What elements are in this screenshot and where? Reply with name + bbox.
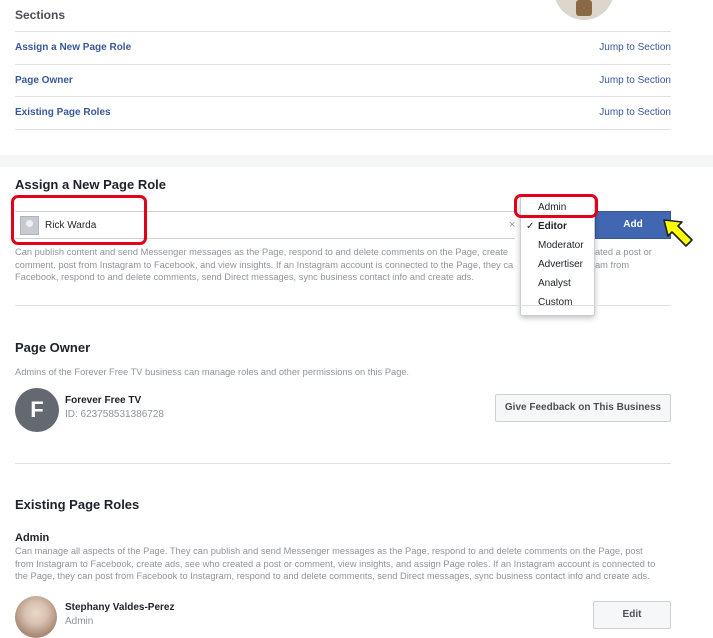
highlight-box-person: [11, 195, 147, 245]
existing-roles-heading: Existing Page Roles: [15, 497, 140, 512]
divider: [15, 305, 671, 306]
checkmark-icon: ✓: [526, 221, 535, 232]
role-option-editor[interactable]: Editor: [538, 221, 567, 232]
jump-to-section-link[interactable]: Jump to Section: [599, 75, 671, 86]
role-description-tail-line: am from: [595, 259, 630, 270]
person-name[interactable]: Stephany Valdes-Perez: [65, 602, 175, 613]
person-role: Admin: [65, 616, 94, 627]
sections-title: Sections: [15, 8, 66, 22]
page-owner-heading: Page Owner: [15, 340, 91, 355]
divider: [15, 129, 671, 130]
business-id: ID: 623758531386728: [65, 409, 164, 420]
page-owner-subtitle: Admins of the Forever Free TV business c…: [15, 367, 410, 377]
section-link-owner[interactable]: Page Owner: [15, 75, 73, 86]
role-description-line: Can publish content and send Messenger m…: [15, 247, 509, 257]
role-description-tail-line: ated a post or: [595, 247, 652, 257]
page-avatar: [554, 0, 614, 20]
role-description-line: Facebook, respond to and delete comments…: [15, 272, 474, 282]
avatar: [15, 596, 57, 638]
role-description-tail: ated a post or am from: [595, 246, 652, 271]
admin-description-line: from Instagram to Facebook, create ads, …: [15, 558, 656, 569]
section-link-existing[interactable]: Existing Page Roles: [15, 107, 111, 118]
give-feedback-button[interactable]: Give Feedback on This Business: [495, 394, 671, 422]
business-avatar: F: [15, 388, 59, 432]
admin-description-line: the Page, they can post from Facebook to…: [15, 571, 650, 581]
admin-description-line: Can manage all aspects of the Page. They…: [15, 546, 643, 556]
role-option-advertiser[interactable]: Advertiser: [538, 259, 583, 270]
role-description: Can publish content and send Messenger m…: [15, 246, 520, 284]
assign-role-heading: Assign a New Page Role: [15, 177, 166, 192]
role-option-moderator[interactable]: Moderator: [538, 240, 584, 251]
section-link-assign[interactable]: Assign a New Page Role: [15, 42, 131, 53]
jump-to-section-link[interactable]: Jump to Section: [599, 42, 671, 53]
arrow-icon: [663, 219, 693, 247]
divider: [15, 463, 671, 464]
business-name[interactable]: Forever Free TV: [65, 395, 141, 406]
role-group-title: Admin: [15, 532, 50, 544]
role-description-line: comment, post from Instagram to Facebook…: [15, 259, 514, 270]
section-row-owner: Page Owner Jump to Section: [15, 64, 671, 96]
section-row-assign: Assign a New Page Role Jump to Section: [15, 31, 671, 63]
role-option-analyst[interactable]: Analyst: [538, 278, 571, 289]
sections-panel: Sections Assign a New Page Role Jump to …: [0, 0, 713, 155]
panel-gap: [0, 155, 713, 167]
section-row-existing: Existing Page Roles Jump to Section: [15, 96, 671, 128]
jump-to-section-link[interactable]: Jump to Section: [599, 107, 671, 118]
role-option-custom[interactable]: Custom: [538, 297, 572, 308]
highlight-box-admin: [514, 194, 598, 218]
admin-role-description: Can manage all aspects of the Page. They…: [15, 545, 675, 583]
clear-icon[interactable]: ×: [509, 219, 515, 231]
